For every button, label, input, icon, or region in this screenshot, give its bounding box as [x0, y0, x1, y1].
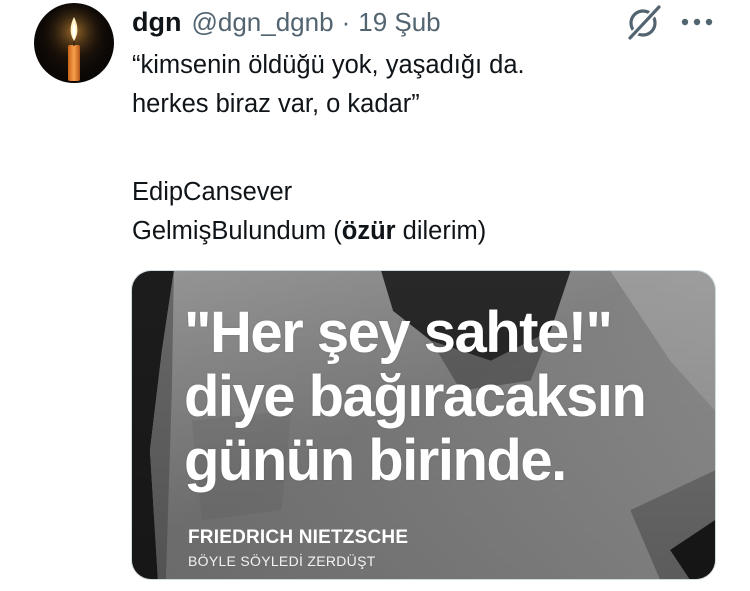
separator-dot: · — [341, 6, 351, 37]
quote-line: "Her şey sahte!" — [184, 300, 613, 365]
tweet-text-line: GelmişBulundum (özür dilerim) — [132, 212, 722, 251]
quote-book-title: BÖYLE SÖYLEDİ ZERDÜŞT — [188, 553, 376, 569]
quote-author: FRIEDRICH NIETZSCHE — [188, 527, 409, 548]
display-name[interactable]: dgn — [132, 7, 181, 38]
tweet-text-line: EdipCansever — [132, 178, 293, 206]
tweet-text-line: herkes biraz var, o kadar” — [132, 90, 420, 118]
text-segment: dilerim) — [395, 217, 487, 245]
media-image[interactable]: "Her şey sahte!" diye bağıracaksın günün… — [131, 270, 716, 580]
quote-line: günün birinde. — [184, 428, 567, 493]
quote-text: "Her şey sahte!" diye bağıracaksın günün… — [184, 300, 647, 493]
grok-icon[interactable] — [624, 2, 664, 42]
tweet-text: “kimsenin öldüğü yok, yaşadığı da. herke… — [132, 46, 722, 251]
candle-icon — [40, 4, 108, 81]
quote-line: diye bağıracaksın — [184, 364, 647, 429]
avatar[interactable] — [34, 3, 114, 83]
tweet-header: dgn @dgn_dgnb · 19 Şub — [132, 3, 441, 41]
tweet-date[interactable]: 19 Şub — [358, 7, 440, 38]
bold-text: özür — [341, 217, 396, 245]
text-segment: GelmişBulundum ( — [132, 217, 342, 245]
tweet-text-line: “kimsenin öldüğü yok, yaşadığı da. — [132, 51, 525, 79]
more-icon[interactable] — [678, 8, 716, 36]
user-handle[interactable]: @dgn_dgnb — [191, 7, 333, 38]
